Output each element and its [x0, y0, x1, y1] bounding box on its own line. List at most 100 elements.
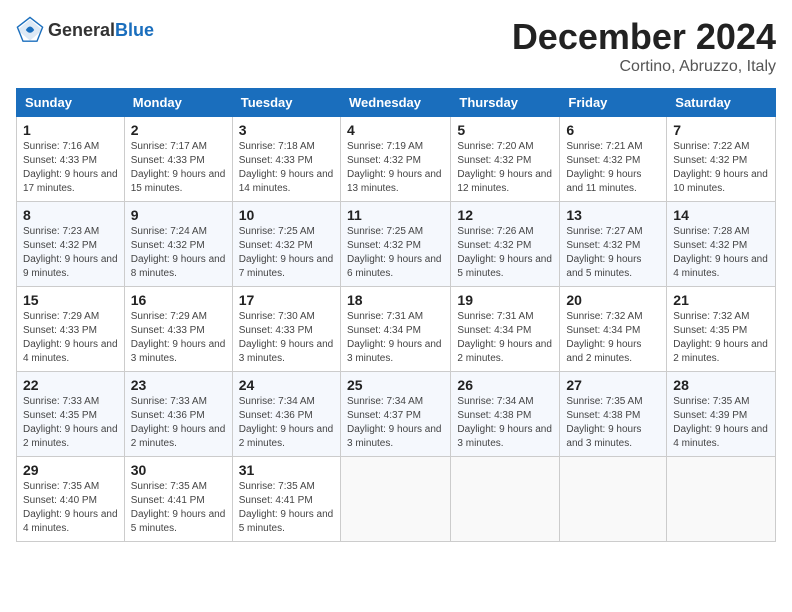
table-row: 16 Sunrise: 7:29 AM Sunset: 4:33 PM Dayli…: [124, 287, 232, 372]
title-section: December 2024 Cortino, Abruzzo, Italy: [512, 16, 776, 76]
day-number: 27: [566, 377, 660, 393]
table-row: 6Sunrise: 7:21 AM Sunset: 4:32 PM Daylig…: [560, 117, 667, 202]
day-info: Sunrise: 7:26 AM Sunset: 4:32 PM Dayligh…: [457, 225, 553, 281]
calendar-week-2: 8 Sunrise: 7:23 AM Sunset: 4:32 PM Daylig…: [17, 202, 776, 287]
table-row: 4 Sunrise: 7:19 AM Sunset: 4:32 PM Daylig…: [340, 117, 450, 202]
location-subtitle: Cortino, Abruzzo, Italy: [512, 58, 776, 76]
day-number: 5: [457, 122, 553, 138]
table-row: [451, 457, 560, 542]
day-number: 20: [566, 292, 660, 308]
table-row: [340, 457, 450, 542]
day-info: Sunrise: 7:29 AM Sunset: 4:33 PM Dayligh…: [131, 310, 226, 366]
table-row: 11 Sunrise: 7:25 AM Sunset: 4:32 PM Dayli…: [340, 202, 450, 287]
day-info: Sunrise: 7:28 AM Sunset: 4:32 PM Dayligh…: [673, 225, 769, 281]
table-row: 19 Sunrise: 7:31 AM Sunset: 4:34 PM Dayli…: [451, 287, 560, 372]
day-number: 19: [457, 292, 553, 308]
logo-blue-text: Blue: [115, 20, 154, 40]
table-row: 24 Sunrise: 7:34 AM Sunset: 4:36 PM Dayli…: [232, 372, 340, 457]
day-info: Sunrise: 7:23 AM Sunset: 4:32 PM Dayligh…: [23, 225, 118, 281]
day-info: Sunrise: 7:33 AM Sunset: 4:35 PM Dayligh…: [23, 395, 118, 451]
day-number: 11: [347, 207, 444, 223]
col-sunday: Sunday: [17, 89, 125, 117]
page-header: GeneralBlue December 2024 Cortino, Abruz…: [16, 16, 776, 76]
month-title: December 2024: [512, 16, 776, 58]
day-info: Sunrise: 7:34 AM Sunset: 4:36 PM Dayligh…: [239, 395, 334, 451]
col-saturday: Saturday: [667, 89, 776, 117]
day-number: 28: [673, 377, 769, 393]
calendar-week-5: 29 Sunrise: 7:35 AM Sunset: 4:40 PM Dayli…: [17, 457, 776, 542]
table-row: 5Sunrise: 7:20 AM Sunset: 4:32 PM Daylig…: [451, 117, 560, 202]
day-number: 9: [131, 207, 226, 223]
day-number: 2: [131, 122, 226, 138]
table-row: [560, 457, 667, 542]
day-info: Sunrise: 7:35 AM Sunset: 4:40 PM Dayligh…: [23, 480, 118, 536]
table-row: 8 Sunrise: 7:23 AM Sunset: 4:32 PM Daylig…: [17, 202, 125, 287]
table-row: 7Sunrise: 7:22 AM Sunset: 4:32 PM Daylig…: [667, 117, 776, 202]
day-info: Sunrise: 7:18 AM Sunset: 4:33 PM Dayligh…: [239, 140, 334, 196]
calendar-week-3: 15 Sunrise: 7:29 AM Sunset: 4:33 PM Dayli…: [17, 287, 776, 372]
table-row: 9 Sunrise: 7:24 AM Sunset: 4:32 PM Daylig…: [124, 202, 232, 287]
table-row: 3 Sunrise: 7:18 AM Sunset: 4:33 PM Daylig…: [232, 117, 340, 202]
day-info: Sunrise: 7:16 AM Sunset: 4:33 PM Dayligh…: [23, 140, 118, 196]
table-row: 17Sunrise: 7:30 AM Sunset: 4:33 PM Dayli…: [232, 287, 340, 372]
table-row: [667, 457, 776, 542]
table-row: 18Sunrise: 7:31 AM Sunset: 4:34 PM Dayli…: [340, 287, 450, 372]
day-info: Sunrise: 7:24 AM Sunset: 4:32 PM Dayligh…: [131, 225, 226, 281]
table-row: 12Sunrise: 7:26 AM Sunset: 4:32 PM Dayli…: [451, 202, 560, 287]
day-number: 16: [131, 292, 226, 308]
day-number: 1: [23, 122, 118, 138]
day-number: 3: [239, 122, 334, 138]
day-number: 4: [347, 122, 444, 138]
day-number: 14: [673, 207, 769, 223]
day-number: 24: [239, 377, 334, 393]
col-thursday: Thursday: [451, 89, 560, 117]
calendar-week-1: 1 Sunrise: 7:16 AM Sunset: 4:33 PM Daylig…: [17, 117, 776, 202]
table-row: 2 Sunrise: 7:17 AM Sunset: 4:33 PM Daylig…: [124, 117, 232, 202]
table-row: 27 Sunrise: 7:35 AM Sunset: 4:38 PM Dayli…: [560, 372, 667, 457]
day-info: Sunrise: 7:25 AM Sunset: 4:32 PM Dayligh…: [347, 225, 444, 281]
day-number: 7: [673, 122, 769, 138]
table-row: 26 Sunrise: 7:34 AM Sunset: 4:38 PM Dayli…: [451, 372, 560, 457]
day-number: 6: [566, 122, 660, 138]
day-info: Sunrise: 7:35 AM Sunset: 4:41 PM Dayligh…: [131, 480, 226, 536]
day-number: 23: [131, 377, 226, 393]
day-number: 22: [23, 377, 118, 393]
day-info: Sunrise: 7:30 AM Sunset: 4:33 PM Dayligh…: [239, 310, 334, 366]
table-row: 30 Sunrise: 7:35 AM Sunset: 4:41 PM Dayli…: [124, 457, 232, 542]
day-info: Sunrise: 7:34 AM Sunset: 4:37 PM Dayligh…: [347, 395, 444, 451]
table-row: 10Sunrise: 7:25 AM Sunset: 4:32 PM Dayli…: [232, 202, 340, 287]
col-friday: Friday: [560, 89, 667, 117]
day-info: Sunrise: 7:17 AM Sunset: 4:33 PM Dayligh…: [131, 140, 226, 196]
day-number: 15: [23, 292, 118, 308]
col-monday: Monday: [124, 89, 232, 117]
table-row: 1 Sunrise: 7:16 AM Sunset: 4:33 PM Daylig…: [17, 117, 125, 202]
day-info: Sunrise: 7:35 AM Sunset: 4:38 PM Dayligh…: [566, 395, 660, 451]
day-number: 26: [457, 377, 553, 393]
day-info: Sunrise: 7:32 AM Sunset: 4:35 PM Dayligh…: [673, 310, 769, 366]
calendar-header-row: Sunday Monday Tuesday Wednesday Thursday…: [17, 89, 776, 117]
day-info: Sunrise: 7:34 AM Sunset: 4:38 PM Dayligh…: [457, 395, 553, 451]
table-row: 14 Sunrise: 7:28 AM Sunset: 4:32 PM Dayli…: [667, 202, 776, 287]
day-number: 31: [239, 462, 334, 478]
day-info: Sunrise: 7:19 AM Sunset: 4:32 PM Dayligh…: [347, 140, 444, 196]
day-info: Sunrise: 7:33 AM Sunset: 4:36 PM Dayligh…: [131, 395, 226, 451]
table-row: 21 Sunrise: 7:32 AM Sunset: 4:35 PM Dayli…: [667, 287, 776, 372]
day-info: Sunrise: 7:27 AM Sunset: 4:32 PM Dayligh…: [566, 225, 660, 281]
day-number: 13: [566, 207, 660, 223]
day-number: 21: [673, 292, 769, 308]
day-number: 30: [131, 462, 226, 478]
day-number: 8: [23, 207, 118, 223]
table-row: 22 Sunrise: 7:33 AM Sunset: 4:35 PM Dayli…: [17, 372, 125, 457]
calendar-table: Sunday Monday Tuesday Wednesday Thursday…: [16, 88, 776, 542]
table-row: 15Sunrise: 7:29 AM Sunset: 4:33 PM Dayli…: [17, 287, 125, 372]
col-wednesday: Wednesday: [340, 89, 450, 117]
day-info: Sunrise: 7:25 AM Sunset: 4:32 PM Dayligh…: [239, 225, 334, 281]
table-row: 28 Sunrise: 7:35 AM Sunset: 4:39 PM Dayli…: [667, 372, 776, 457]
day-info: Sunrise: 7:35 AM Sunset: 4:39 PM Dayligh…: [673, 395, 769, 451]
day-number: 29: [23, 462, 118, 478]
table-row: 25Sunrise: 7:34 AM Sunset: 4:37 PM Dayli…: [340, 372, 450, 457]
table-row: 29 Sunrise: 7:35 AM Sunset: 4:40 PM Dayli…: [17, 457, 125, 542]
day-info: Sunrise: 7:31 AM Sunset: 4:34 PM Dayligh…: [347, 310, 444, 366]
calendar-week-4: 22 Sunrise: 7:33 AM Sunset: 4:35 PM Dayli…: [17, 372, 776, 457]
day-info: Sunrise: 7:31 AM Sunset: 4:34 PM Dayligh…: [457, 310, 553, 366]
